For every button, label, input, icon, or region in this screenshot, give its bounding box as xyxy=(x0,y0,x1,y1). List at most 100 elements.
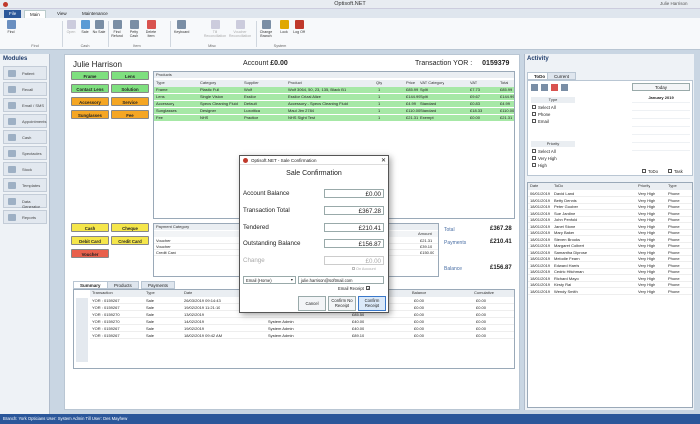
find-button[interactable]: Find xyxy=(4,20,18,34)
module-reports[interactable]: Reports xyxy=(3,210,47,224)
email-address-input[interactable]: julie.harrison@softmail.com xyxy=(298,276,384,284)
todo-row[interactable]: 18/01/2019 Wendy Smith Very High Phone xyxy=(528,288,692,295)
sunglasses-button[interactable]: Sunglasses xyxy=(71,110,109,119)
petty-cash-button[interactable]: Petty Cash xyxy=(127,20,141,38)
lens-button[interactable]: Lens xyxy=(111,71,149,80)
module-appointments[interactable]: Appointments xyxy=(3,114,47,128)
find-refund-button[interactable]: Find Refund xyxy=(110,20,124,38)
module-email-sms[interactable]: Email / SMS xyxy=(3,98,47,112)
todo-row[interactable]: 18/01/2019 Samantha Diprose Very High Phone xyxy=(528,249,692,256)
module-stock[interactable]: Stock xyxy=(3,162,47,176)
tab-main[interactable]: Main xyxy=(24,10,46,18)
todo-row[interactable]: 18/01/2019 Steven Brooks Very High Phone xyxy=(528,236,692,243)
history-row[interactable]: YOR : 0159267 Sale 18/02/2019 09:42 AM Syst… xyxy=(90,333,514,339)
edit-todo-icon[interactable] xyxy=(541,84,548,91)
type-email[interactable]: Email xyxy=(532,119,549,124)
print-icon[interactable] xyxy=(561,84,568,91)
close-icon[interactable]: ✕ xyxy=(381,157,386,164)
module-spectacles[interactable]: Spectacles xyxy=(3,146,47,160)
priority-high[interactable]: High xyxy=(532,163,547,168)
service-button[interactable]: Service xyxy=(111,97,149,106)
new-todo-icon[interactable] xyxy=(531,84,538,91)
delete-todo-icon[interactable] xyxy=(551,84,558,91)
product-row[interactable]: Fee NHS Practice NHS Sight Test 1 £21.31 Exemp… xyxy=(154,115,514,121)
todo-row[interactable]: 18/01/2019 Sue Jardine Very High Phone xyxy=(528,210,692,217)
on-account-checkbox[interactable]: On Account xyxy=(352,267,376,271)
todo-cell: Melodie Fearn xyxy=(554,256,580,261)
confirm-no-receipt-button[interactable]: Confirm No Receipt xyxy=(328,296,356,311)
priority-select-all[interactable]: Select All xyxy=(532,149,556,154)
todo-row[interactable]: 18/01/2019 Melodie Fearn Very High Phone xyxy=(528,256,692,262)
accessory-button[interactable]: Accessory xyxy=(71,97,109,106)
cheque-button[interactable]: Cheque xyxy=(111,223,149,232)
todo-cell: Phone xyxy=(668,210,680,216)
change-branch-button[interactable]: Change Branch xyxy=(259,20,273,38)
module-data-generator[interactable]: Data Generator xyxy=(3,194,47,209)
open-button[interactable]: Open xyxy=(64,20,78,34)
todo-cell: 18/01/2019 xyxy=(530,249,551,255)
tab-summary[interactable]: Summary xyxy=(73,281,108,289)
solution-button[interactable]: Solution xyxy=(111,84,149,93)
module-recall[interactable]: Recall xyxy=(3,82,47,96)
todo-row[interactable]: 18/01/2019 Mary Baker Very High Phone xyxy=(528,230,692,236)
calendar-days[interactable] xyxy=(632,102,690,158)
task-filter[interactable]: Task xyxy=(668,169,683,174)
todo-filter[interactable]: ToDo xyxy=(642,169,658,174)
voucher-button[interactable]: Voucher xyxy=(71,249,109,258)
tendered-field[interactable]: £210.41 xyxy=(324,223,384,232)
todo-row[interactable]: 18/01/2019 Peter Goober Very High Phone xyxy=(528,204,692,210)
product-row[interactable]: Lens Single Vision Essilor Essilor Crizal A… xyxy=(154,94,514,100)
todo-row[interactable]: 18/01/2019 Edward Harris Very High Phone xyxy=(528,262,692,269)
todo-row[interactable]: 06/01/2019 David Land Very High Phone xyxy=(528,191,692,197)
history-cell: Sale xyxy=(146,319,155,324)
product-cell: Practice xyxy=(244,115,259,120)
history-row[interactable]: YOR : 0159267 Sale 19/02/2019 System Admin £… xyxy=(90,326,514,332)
history-cell: YOR : 0159270 xyxy=(92,319,120,324)
till-reconciliation-button[interactable]: Till Reconciliation xyxy=(203,20,227,38)
todo-row[interactable]: 18/01/2019 Margaret Colbert Very High Phone xyxy=(528,243,692,249)
todo-row[interactable]: 18/01/2019 John Penfold Very High Phone xyxy=(528,217,692,223)
fee-button[interactable]: Fee xyxy=(111,110,149,119)
frame-button[interactable]: Frame xyxy=(71,71,109,80)
module-templates[interactable]: Templates xyxy=(3,178,47,192)
product-row[interactable]: Accessory Specs Cleaning Fluid Default Acce… xyxy=(154,101,514,107)
voucher-reconciliation-button[interactable]: Voucher Reconciliation xyxy=(227,20,253,38)
history-row[interactable]: YOR : 0159270 Sale 14/02/2019 System Admin £… xyxy=(90,319,514,325)
ribbon-separator xyxy=(108,21,109,47)
tab-view[interactable]: View xyxy=(52,10,72,18)
tab-file[interactable]: File xyxy=(4,10,22,18)
email-receipt-checkbox[interactable]: Email Receipt ✓ xyxy=(338,286,370,291)
keyboard-button[interactable]: Keyboard xyxy=(174,20,189,34)
email-type-select[interactable]: Email (Home) ▾ xyxy=(243,276,296,284)
mini-calendar[interactable]: January 2019 xyxy=(632,95,690,165)
today-button[interactable]: Today xyxy=(632,83,690,91)
cash-button[interactable]: Cash xyxy=(71,223,109,232)
contact-lens-button[interactable]: Contact Lens xyxy=(71,84,109,93)
cancel-button[interactable]: Cancel xyxy=(298,296,326,311)
product-row[interactable]: Sunglasses Designer Luxottica Maui Jim 2784… xyxy=(154,108,514,114)
confirm-receipt-button[interactable]: Confirm Receipt xyxy=(358,296,386,311)
priority-very-high[interactable]: Very High xyxy=(532,156,557,161)
todo-row[interactable]: 18/01/2019 Kirsty Rai Very High Phone xyxy=(528,282,692,288)
type-select-all[interactable]: Select All xyxy=(532,105,556,110)
history-cell: 13/02/2019 xyxy=(184,312,205,317)
tab-maintenance[interactable]: Maintenance xyxy=(77,10,113,18)
type-phone[interactable]: Phone xyxy=(532,112,550,117)
module-cash[interactable]: Cash xyxy=(3,130,47,144)
todo-row[interactable]: 18/01/2019 Janet Stone Very High Phone xyxy=(528,223,692,230)
delete-item-button[interactable]: Delete Item xyxy=(144,20,158,38)
credit-card-button[interactable]: Credit Card xyxy=(111,236,149,245)
log-off-button[interactable]: Log Off xyxy=(292,20,306,34)
tab-payments[interactable]: Payments xyxy=(141,281,176,289)
no-sale-button[interactable]: No Sale xyxy=(92,20,106,34)
tab-current[interactable]: Current xyxy=(547,72,577,80)
module-patient[interactable]: Patient xyxy=(3,66,47,80)
tab-products[interactable]: Products xyxy=(107,281,139,289)
sale-button[interactable]: Sale xyxy=(78,20,92,34)
todo-row[interactable]: 18/01/2019 Richard Mayo Very High Phone xyxy=(528,275,692,282)
debit-card-button[interactable]: Debit Card xyxy=(71,236,109,245)
lock-button[interactable]: Lock xyxy=(277,20,291,34)
product-row[interactable]: Frame Plastic Full Wolf Wolf 3064, 50, 23, … xyxy=(154,87,514,93)
todo-row[interactable]: 18/01/2019 Betty Dennis Very High Phone xyxy=(528,197,692,204)
todo-row[interactable]: 18/01/2019 Cedric Hitchman Very High Phone xyxy=(528,269,692,275)
